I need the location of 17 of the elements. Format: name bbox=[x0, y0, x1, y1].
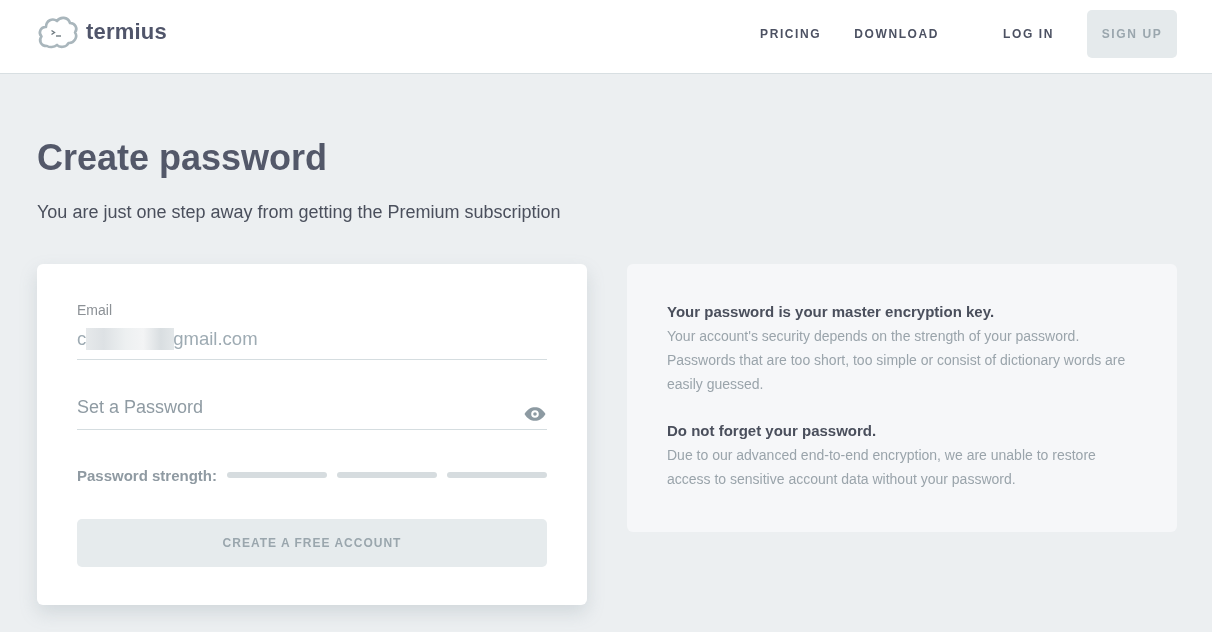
cloud-logo-icon bbox=[37, 14, 79, 49]
email-label: Email bbox=[77, 302, 113, 318]
strength-label: Password strength: bbox=[77, 466, 218, 484]
logo-wordmark[interactable]: termius bbox=[86, 18, 167, 45]
nav-link[interactable]: DOWNLOAD bbox=[854, 26, 940, 41]
email-text: c bbox=[77, 327, 87, 350]
password-field[interactable]: Set a Password bbox=[77, 390, 547, 430]
info-text: Your account's security depends on the strength of your password. Passwords that are too short, too simple or consist of dictionary words are easily guessed. bbox=[667, 327, 1127, 394]
info-text: Due to our advanced end-to-end encryption, we are unable to restore access to sensitive account data without your password. bbox=[667, 446, 1097, 489]
info-heading: Your password is your master encryption key. bbox=[667, 302, 996, 322]
show-password-icon[interactable] bbox=[524, 407, 546, 421]
email-text: gmail.com bbox=[173, 327, 258, 350]
page-subtitle: You are just one step away from getting the Premium subscription bbox=[37, 201, 562, 223]
nav-link[interactable]: PRICING bbox=[760, 26, 822, 41]
info-heading: Do not forget your password. bbox=[667, 421, 878, 441]
login-link[interactable]: LOG IN bbox=[1003, 26, 1054, 41]
page-title: Create password bbox=[37, 136, 329, 180]
